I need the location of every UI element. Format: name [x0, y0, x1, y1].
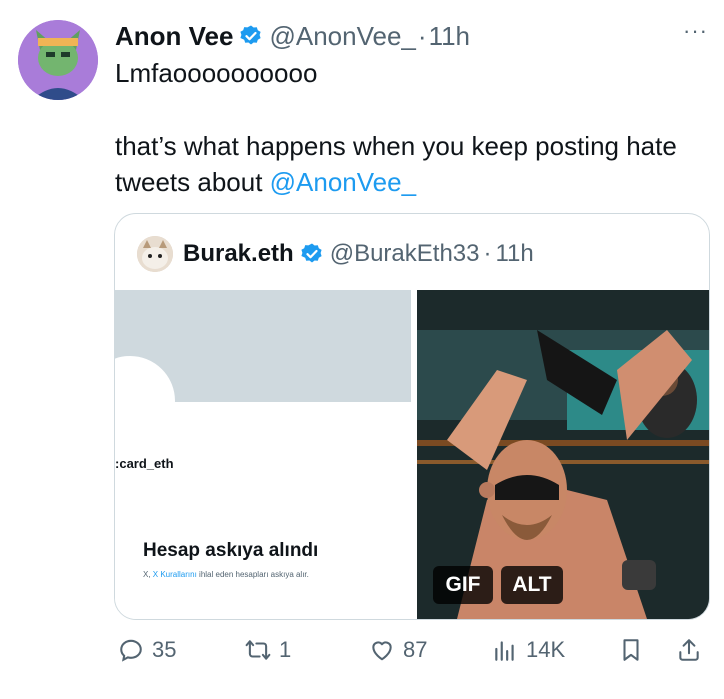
repost-button[interactable]: 1	[245, 630, 291, 670]
like-icon	[372, 641, 392, 661]
suspended-text-a: X,	[143, 570, 153, 579]
more-icon[interactable]: ···	[683, 18, 708, 44]
quoted-avatar[interactable]	[137, 236, 173, 272]
reply-icon	[120, 639, 142, 662]
share-button[interactable]	[676, 630, 710, 670]
views-button[interactable]: 14K	[492, 630, 565, 670]
rules-link[interactable]: X Kurallarını	[153, 570, 197, 579]
author-avatar[interactable]	[18, 20, 98, 100]
suspended-title: Hesap askıya alındı	[143, 540, 319, 561]
suspended-username: :card_eth	[115, 456, 174, 471]
alt-badge[interactable]: ALT	[501, 566, 563, 604]
like-button[interactable]: 87	[369, 630, 427, 670]
like-count: 87	[403, 637, 428, 662]
tweet-actions: 35 1 87 14K	[0, 630, 724, 670]
author-handle[interactable]: @AnonVee_	[269, 21, 415, 52]
bookmark-button[interactable]	[618, 630, 652, 670]
tweet-header: Anon Vee @AnonVee_ · 11h	[115, 18, 470, 54]
tweet-time[interactable]: 11h	[429, 21, 470, 52]
views-count: 14K	[526, 637, 566, 662]
author-name[interactable]: Anon Vee	[115, 21, 233, 52]
quoted-header: Burak.eth @BurakEth33 · 11h	[137, 236, 534, 272]
verified-badge-icon	[239, 24, 263, 48]
mention-link[interactable]: @AnonVee_	[270, 167, 416, 197]
suspended-account-image[interactable]: :card_eth Hesap askıya alındı X, X Kural…	[115, 290, 411, 619]
gif-badge[interactable]: GIF	[433, 566, 493, 604]
quoted-time[interactable]: 11h	[495, 240, 533, 268]
header-separator: ·	[417, 20, 427, 51]
reply-count: 35	[152, 637, 177, 662]
verified-badge-icon	[300, 242, 324, 266]
quoted-author-name[interactable]: Burak.eth	[183, 240, 294, 268]
reply-button[interactable]: 35	[118, 630, 176, 670]
views-icon	[495, 641, 514, 661]
repost-icon	[245, 640, 271, 660]
share-icon	[679, 639, 699, 661]
tweet-text-line1: Lmfaoooooooooo	[115, 58, 318, 88]
quoted-tweet[interactable]: Burak.eth @BurakEth33 · 11h :card_eth He…	[114, 213, 710, 620]
repost-count: 1	[279, 637, 292, 662]
bookmark-icon	[623, 639, 639, 661]
suspended-text: X, X Kurallarını ihlal eden hesapları as…	[143, 570, 309, 579]
username-text: card_eth	[119, 456, 174, 471]
tweet-text-body: that’s what happens when you keep postin…	[115, 128, 705, 200]
quoted-author-handle[interactable]: @BurakEth33	[330, 240, 480, 268]
gif-media[interactable]: GIF ALT	[417, 290, 709, 619]
quoted-separator: ·	[483, 240, 492, 267]
suspended-text-b: ihlal eden hesapları askıya alır.	[196, 570, 309, 579]
